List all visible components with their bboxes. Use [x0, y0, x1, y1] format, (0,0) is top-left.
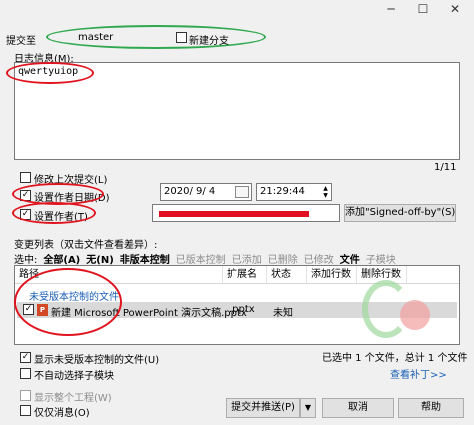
new-branch-checkbox[interactable] — [176, 32, 187, 43]
watermark-logo-icon — [400, 300, 430, 330]
no-auto-submodule-label: 不自动选择子模块 — [34, 371, 114, 382]
branch-name[interactable]: master — [78, 32, 113, 43]
set-author-date-checkbox[interactable]: ✓ — [20, 190, 31, 201]
view-patch-link[interactable]: 查看补丁>> — [390, 366, 447, 381]
commit-push-button[interactable]: 提交并推送(P) — [226, 398, 300, 418]
time-spin-icon[interactable]: ▲ ▼ — [321, 185, 330, 199]
no-auto-submodule-checkbox[interactable] — [20, 368, 31, 379]
filter-modified[interactable]: 已修改 — [304, 251, 334, 266]
date-value: 2020/ 9/ 4 — [164, 186, 216, 197]
filter-none[interactable]: 无(N) — [86, 251, 114, 266]
minimize-icon[interactable]: ─ — [380, 2, 402, 16]
redacted-author-mark — [159, 211, 309, 217]
commit-dropdown-icon[interactable]: ▼ — [300, 398, 316, 418]
show-unversioned-checkbox[interactable]: ✓ — [20, 352, 31, 363]
time-value: 21:29:44 — [260, 186, 305, 197]
log-message-text: qwertyuiop — [18, 66, 79, 77]
filter-bar: 选中: 全部(A) 无(N) 非版本控制 已版本控制 已添加 已删除 已修改 文… — [14, 251, 402, 266]
amend-checkbox[interactable] — [20, 172, 31, 183]
date-picker[interactable]: 2020/ 9/ 4 — [160, 183, 252, 201]
column-extension[interactable]: 扩展名 — [223, 266, 267, 283]
show-whole-project-checkbox[interactable] — [20, 390, 31, 401]
set-author-label: 设置作者(T) — [34, 212, 88, 223]
show-unversioned-label: 显示未受版本控制的文件(U) — [34, 355, 160, 366]
selection-summary: 已选中 1 个文件，总计 1 个文件 — [322, 353, 468, 364]
filter-deleted[interactable]: 已删除 — [268, 251, 298, 266]
set-author-checkbox[interactable]: ✓ — [20, 209, 31, 220]
column-added-lines[interactable]: 添加行数 — [307, 266, 357, 283]
filter-files[interactable]: 文件 — [340, 251, 360, 266]
column-path[interactable]: 路径 — [15, 266, 223, 283]
log-message-textarea[interactable]: qwertyuiop — [14, 62, 460, 160]
powerpoint-file-icon: P — [37, 304, 48, 316]
filter-submodules[interactable]: 子模块 — [366, 251, 396, 266]
maximize-icon[interactable]: ☐ — [412, 2, 434, 16]
file-status: 未知 — [273, 308, 293, 319]
filter-versioned[interactable]: 已版本控制 — [176, 251, 226, 266]
author-input[interactable] — [152, 204, 340, 222]
commit-to-label: 提交至 — [6, 36, 36, 47]
filter-unversioned[interactable]: 非版本控制 — [120, 251, 170, 266]
log-line-counter: 1/11 — [434, 162, 457, 173]
file-row-checkbox[interactable]: ✓ — [23, 304, 34, 315]
file-extension: .pptx — [229, 304, 255, 315]
message-only-label: 仅仅消息(O) — [34, 408, 90, 419]
new-branch-label: 新建分支 — [189, 36, 229, 47]
file-name: 新建 Microsoft PowerPoint 演示文稿.pptx — [51, 308, 247, 319]
message-only-checkbox[interactable] — [20, 405, 31, 416]
unversioned-group-label: 未受版本控制的文件 — [29, 292, 119, 303]
filter-added[interactable]: 已添加 — [232, 251, 262, 266]
select-label: 选中: — [14, 255, 38, 266]
cancel-button[interactable]: 取消 — [322, 398, 394, 418]
show-whole-project-label: 显示整个工程(W) — [34, 393, 112, 404]
add-signed-off-by-button[interactable]: 添加"Signed-off-by"(S) — [344, 204, 456, 222]
column-status[interactable]: 状态 — [267, 266, 307, 283]
set-author-date-label: 设置作者日期(D) — [34, 193, 110, 204]
filter-all[interactable]: 全部(A) — [43, 251, 80, 266]
close-icon[interactable]: ✕ — [444, 2, 466, 16]
calendar-icon[interactable] — [235, 186, 249, 198]
help-button[interactable]: 帮助 — [398, 398, 464, 418]
changes-title: 变更列表（双击文件查看差异）: — [14, 240, 158, 251]
time-picker[interactable]: 21:29:44 ▲ ▼ — [256, 183, 332, 201]
amend-label: 修改上次提交(L) — [34, 175, 108, 186]
